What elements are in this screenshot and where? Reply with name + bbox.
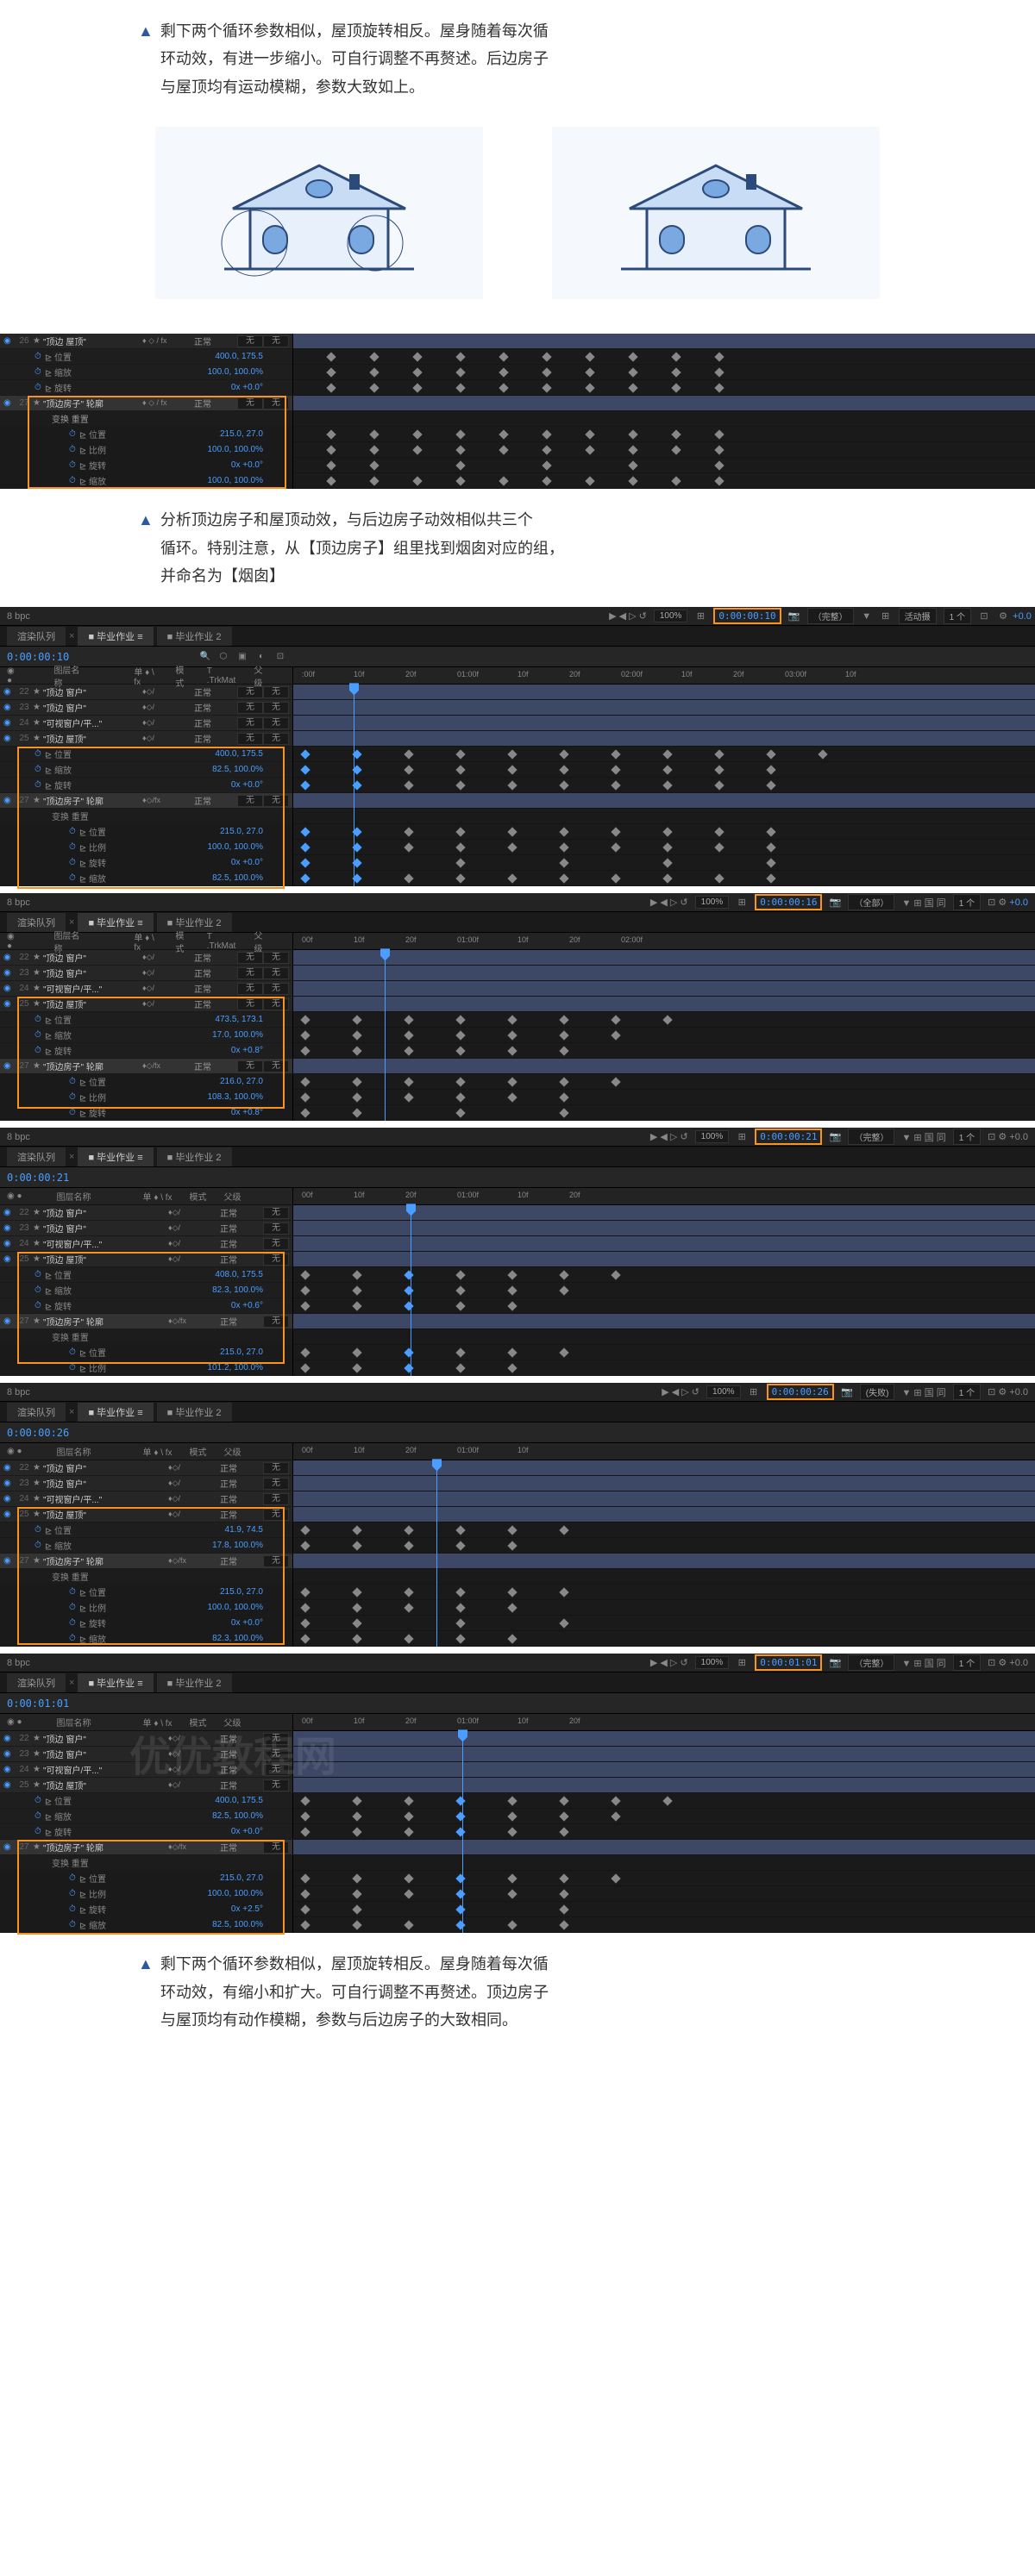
zoom-dropdown[interactable]: 100%	[654, 610, 688, 622]
prop-scale[interactable]: ⊵ 缩放	[45, 366, 72, 378]
ae-panel-4: 8 bpc▶ ◀ ▷ ↺ 100%⊞ 0:00:00:21📷 （完整）▼ ⊞ 国…	[0, 1128, 1035, 1376]
timecode-display[interactable]: 0:00:00:10	[713, 608, 781, 624]
prop-position[interactable]: ⊵ 位置	[45, 350, 72, 363]
house-left	[155, 127, 483, 299]
ae-panel-1: ◉26★"顶边 屋顶"♦ ◇ / fx正常无无 ⏱⊵ 位置400.0, 175.…	[0, 334, 1035, 489]
render-queue-tab[interactable]: 渲染队列	[7, 627, 66, 646]
ae-panel-5: 8 bpc▶ ◀ ▷ ↺ 100%⊞ 0:00:00:26📷 (失败)▼ ⊞ 国…	[0, 1383, 1035, 1647]
house-illustrations	[0, 127, 1035, 299]
ae-panel-6: 优优教程网 8 bpc▶ ◀ ▷ ↺ 100%⊞ 0:00:01:01📷 （完整…	[0, 1654, 1035, 1933]
ae-panel-2: 8 bpc▶ ◀ ▷ ↺ 100% ⊞ 0:00:00:10 📷 （完整） ▼⊞…	[0, 607, 1035, 886]
comp-tab-1[interactable]: ■ 毕业作业 ≡	[78, 627, 153, 646]
ae-panel-3: 8 bpc▶ ◀ ▷ ↺ 100%⊞ 0:00:00:16📷 （全部） ▼ ⊞ …	[0, 893, 1035, 1121]
prop-rotation[interactable]: ⊵ 旋转	[45, 381, 72, 394]
outro-text: ▲剩下两个循环参数相似，屋顶旋转相反。屋身随着每次循 环动效，有缩小和扩大。可自…	[0, 1950, 1035, 2034]
triangle-icon: ▲	[138, 22, 154, 40]
comp-tab-2[interactable]: ■ 毕业作业 2	[157, 627, 232, 646]
current-time[interactable]: 0:00:00:10	[7, 651, 69, 663]
intro-text-2: ▲分析顶边房子和屋顶动效，与后边房子动效相似共三个 循环。特别注意，从【顶边房子…	[0, 506, 1035, 590]
intro-text-1: ▲剩下两个循环参数相似，屋顶旋转相反。屋身随着每次循 环动效，有进一步缩小。可自…	[0, 17, 1035, 101]
house-right	[552, 127, 880, 299]
